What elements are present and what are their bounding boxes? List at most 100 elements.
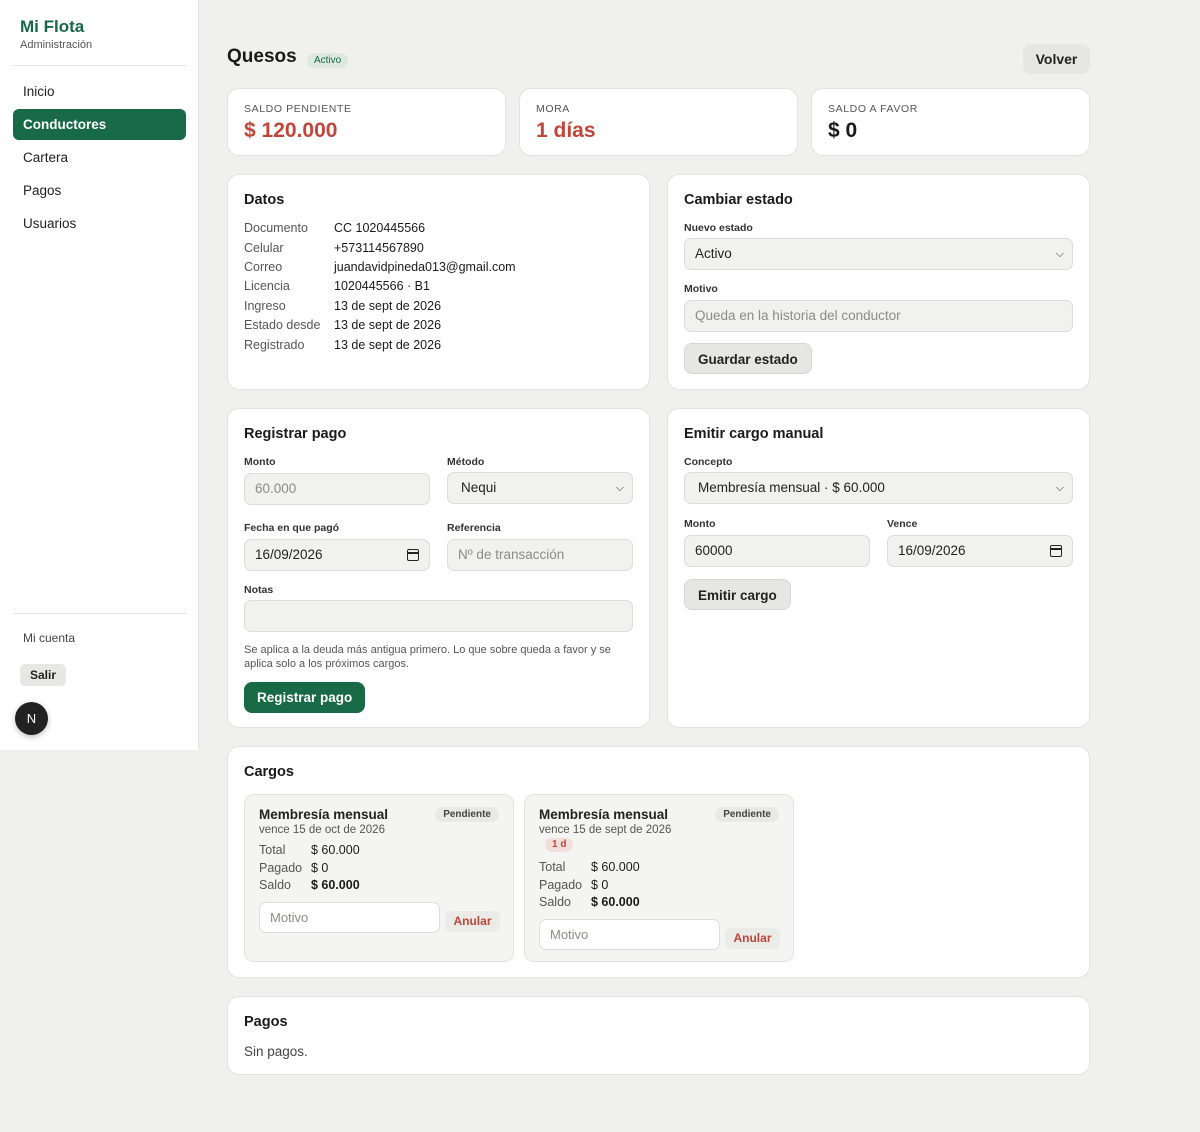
account-label[interactable]: Mi cuenta xyxy=(23,631,75,645)
notas-label: Notas xyxy=(244,584,274,596)
info-key: Licencia xyxy=(244,279,290,293)
page-title: Quesos xyxy=(227,46,297,67)
charge-value: $ 60.000 xyxy=(311,878,360,892)
charge-row-saldo: Saldo $ 60.000 xyxy=(259,878,360,892)
metodo-value: Nequi xyxy=(461,480,497,495)
info-value: 13 de sept de 2026 xyxy=(334,299,442,313)
sidebar-item-usuarios[interactable]: Usuarios xyxy=(13,208,186,239)
motivo-label: Motivo xyxy=(684,283,718,295)
charge-key: Total xyxy=(259,843,286,857)
calendar-icon[interactable] xyxy=(1050,545,1062,557)
void-button[interactable]: Anular xyxy=(725,928,780,949)
charge-row-pagado: Pagado $ 0 xyxy=(539,878,608,892)
charge-card: Membresía mensual Pendiente vence 15 de … xyxy=(244,794,514,962)
sidebar-item-inicio[interactable]: Inicio xyxy=(13,76,186,107)
vence-date-input[interactable]: 16/09/2026 xyxy=(887,535,1073,567)
charge-row-pagado: Pagado $ 0 xyxy=(259,861,328,875)
stat-value: 1 días xyxy=(536,119,596,142)
charge-row-total: Total $ 60.000 xyxy=(539,860,640,874)
monto-label: Monto xyxy=(684,518,716,530)
referencia-input[interactable]: Nº de transacción xyxy=(447,539,633,571)
late-days-badge: 1 d xyxy=(545,838,574,852)
info-key: Registrado xyxy=(244,338,305,352)
card-title: Cargos xyxy=(244,764,294,780)
metodo-label: Método xyxy=(447,456,485,468)
sidebar-nav: Inicio Conductores Cartera Pagos Usuario… xyxy=(13,76,186,241)
charge-value: $ 0 xyxy=(311,861,329,875)
charge-title: Membresía mensual xyxy=(539,807,669,822)
nuevo-estado-select[interactable]: Activo ⌵ xyxy=(684,238,1073,270)
nuevo-estado-value: Activo xyxy=(695,246,732,261)
info-row-ingreso: Ingreso 13 de sept de 2026 xyxy=(244,299,441,313)
info-row-registrado: Registrado 13 de sept de 2026 xyxy=(244,338,441,352)
concepto-select[interactable]: Membresía mensual · $ 60.000 ⌵ xyxy=(684,472,1073,504)
monto-input[interactable]: 60000 xyxy=(684,535,870,567)
charge-status-badge: Pendiente xyxy=(715,807,779,822)
void-button[interactable]: Anular xyxy=(445,911,500,932)
charge-key: Pagado xyxy=(259,861,303,875)
motivo-input[interactable]: Queda en la historia del conductor xyxy=(684,300,1073,332)
charge-value: $ 60.000 xyxy=(311,843,360,857)
charge-row-total: Total $ 60.000 xyxy=(259,843,360,857)
charge-value: $ 0 xyxy=(591,878,609,892)
registrar-pago-card: Registrar pago Monto 60.000 Método Nequi… xyxy=(227,408,650,728)
stat-label: MORA xyxy=(536,103,570,115)
chevron-down-icon: ⌵ xyxy=(615,482,624,494)
chevron-down-icon: ⌵ xyxy=(1055,248,1064,260)
card-title: Pagos xyxy=(244,1014,288,1030)
emitir-cargo-button[interactable]: Emitir cargo xyxy=(684,579,791,610)
calendar-icon[interactable] xyxy=(407,549,419,561)
void-reason-input[interactable]: Motivo xyxy=(259,902,440,933)
logout-button[interactable]: Salir xyxy=(20,664,67,686)
info-key: Documento xyxy=(244,221,308,235)
brand: Mi Flota Administración xyxy=(20,17,92,51)
charge-value: $ 60.000 xyxy=(591,895,640,909)
monto-input[interactable]: 60.000 xyxy=(244,473,430,505)
charge-row-saldo: Saldo $ 60.000 xyxy=(539,895,640,909)
registrar-pago-button[interactable]: Registrar pago xyxy=(244,682,366,713)
stat-value: $ 120.000 xyxy=(244,119,338,142)
info-value: juandavidpineda013@gmail.com xyxy=(334,260,516,274)
emitir-cargo-card: Emitir cargo manual Concepto Membresía m… xyxy=(667,408,1090,728)
vence-label: Vence xyxy=(887,518,918,530)
stat-label: SALDO PENDIENTE xyxy=(244,103,352,115)
info-key: Celular xyxy=(244,241,284,255)
referencia-label: Referencia xyxy=(447,522,501,534)
charge-key: Saldo xyxy=(259,878,291,892)
brand-title: Mi Flota xyxy=(20,17,85,36)
sidebar-divider xyxy=(13,613,186,614)
info-value: +573114567890 xyxy=(334,241,424,255)
charge-key: Total xyxy=(539,860,566,874)
info-value: 13 de sept de 2026 xyxy=(334,318,442,332)
avatar[interactable]: N xyxy=(15,702,48,735)
stat-card-saldo-pendiente: SALDO PENDIENTE $ 120.000 xyxy=(227,88,506,156)
sidebar-item-pagos[interactable]: Pagos xyxy=(13,175,186,206)
sidebar: Mi Flota Administración Inicio Conductor… xyxy=(0,0,199,750)
fecha-label: Fecha en que pagó xyxy=(244,522,340,534)
fecha-value: 16/09/2026 xyxy=(255,547,323,562)
info-value: CC 1020445566 xyxy=(334,221,426,235)
back-button[interactable]: Volver xyxy=(1023,44,1090,74)
sidebar-item-conductores[interactable]: Conductores xyxy=(13,109,186,140)
notas-input[interactable] xyxy=(244,600,633,632)
guardar-estado-button[interactable]: Guardar estado xyxy=(684,343,812,374)
info-value: 1020445566 · B1 xyxy=(334,279,430,293)
info-key: Estado desde xyxy=(244,318,321,332)
help-text: Se aplica a la deuda más antigua primero… xyxy=(244,644,611,670)
stat-value: $ 0 xyxy=(828,119,858,142)
concepto-value: Membresía mensual · $ 60.000 xyxy=(698,480,885,495)
sidebar-item-cartera[interactable]: Cartera xyxy=(13,142,186,173)
cambiar-estado-card: Cambiar estado Nuevo estado Activo ⌵ Mot… xyxy=(667,174,1090,390)
concepto-label: Concepto xyxy=(684,456,733,468)
metodo-select[interactable]: Nequi ⌵ xyxy=(447,472,633,504)
empty-state: Sin pagos. xyxy=(244,1044,308,1059)
charge-value: $ 60.000 xyxy=(591,860,640,874)
info-value: 13 de sept de 2026 xyxy=(334,338,442,352)
void-reason-input[interactable]: Motivo xyxy=(539,919,720,950)
card-title: Cambiar estado xyxy=(684,192,793,208)
chevron-down-icon: ⌵ xyxy=(1055,482,1064,494)
fecha-date-input[interactable]: 16/09/2026 xyxy=(244,539,430,571)
stat-card-mora: MORA 1 días xyxy=(519,88,798,156)
info-row-estado-desde: Estado desde 13 de sept de 2026 xyxy=(244,318,441,332)
card-title: Datos xyxy=(244,192,285,208)
